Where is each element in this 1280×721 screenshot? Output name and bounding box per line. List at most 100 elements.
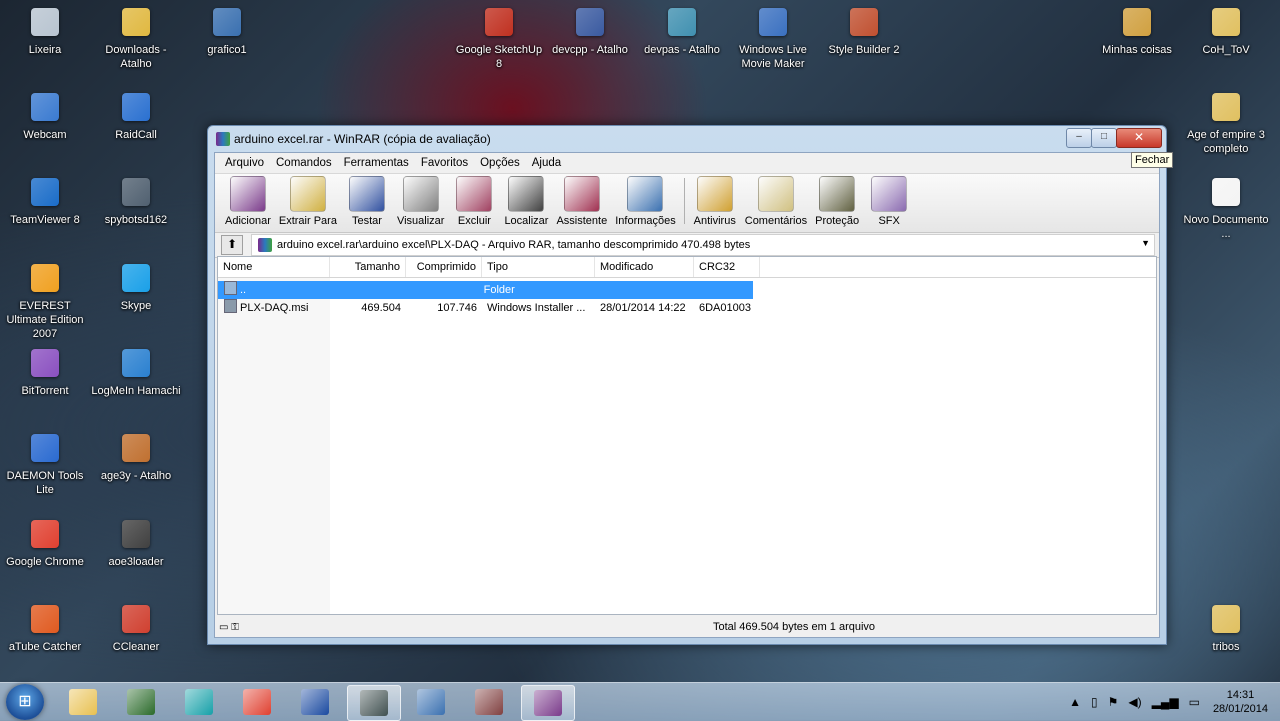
display-icon[interactable]: ▭: [1189, 695, 1200, 709]
desktop-icon-windows-live-movie-maker[interactable]: Windows Live Movie Maker: [727, 6, 819, 71]
localizar-button[interactable]: Localizar: [500, 176, 552, 227]
desktop-icon-devpas-atalho[interactable]: devpas - Atalho: [636, 6, 728, 57]
desktop-icon-age-of-empire-3-completo[interactable]: Age of empire 3 completo: [1180, 91, 1272, 156]
desktop-icon-spybotsd162[interactable]: spybotsd162: [90, 176, 182, 227]
taskbar-isis[interactable]: [289, 685, 341, 719]
desktop-icon-ccleaner[interactable]: CCleaner: [90, 603, 182, 654]
list-row[interactable]: .. Folder: [218, 281, 753, 299]
menu-arquivo[interactable]: Arquivo: [219, 157, 270, 169]
up-folder-button[interactable]: ⬆: [221, 235, 243, 255]
column-header-crc32[interactable]: CRC32: [694, 257, 760, 277]
protecao-button[interactable]: Proteção: [811, 176, 863, 227]
desktop-icon-skype[interactable]: Skype: [90, 262, 182, 313]
devcpp-atalho-icon: [574, 8, 606, 40]
file-name: PLX-DAQ.msi: [240, 302, 309, 314]
menu-ferramentas[interactable]: Ferramentas: [338, 157, 415, 169]
excluir-button[interactable]: Excluir: [448, 176, 500, 227]
toolbar-separator: [683, 178, 685, 224]
desktop-icon-tribos[interactable]: tribos: [1180, 603, 1272, 654]
network-icon[interactable]: ▂▄▆: [1152, 695, 1179, 709]
clock-date: 28/01/2014: [1212, 703, 1268, 715]
desktop-icon-label: Google Chrome: [6, 556, 84, 568]
taskbar-arduino[interactable]: [173, 685, 225, 719]
column-header-tamanho[interactable]: Tamanho: [330, 257, 406, 277]
desktop-icon-downloads-atalho[interactable]: Downloads - Atalho: [90, 6, 182, 71]
address-field[interactable]: arduino excel.rar\arduino excel\PLX-DAQ …: [251, 234, 1155, 256]
column-header-nome[interactable]: Nome: [218, 257, 330, 277]
desktop-icon-novo-documento[interactable]: Novo Documento ...: [1180, 176, 1272, 241]
arduino-icon: [185, 689, 213, 715]
desktop-icon-lixeira[interactable]: Lixeira: [0, 6, 91, 57]
minimize-button[interactable]: –: [1066, 128, 1092, 148]
cell-tamanho: [329, 281, 404, 299]
taskbar-chrome[interactable]: [231, 685, 283, 719]
desktop-icon-teamviewer-8[interactable]: TeamViewer 8: [0, 176, 91, 227]
clock[interactable]: 14:31 28/01/2014: [1213, 688, 1268, 716]
taskbar-explorer[interactable]: [57, 685, 109, 719]
add-icon: [229, 176, 266, 212]
toolbar-label: Comentários: [744, 215, 808, 227]
start-button[interactable]: ⊞: [6, 684, 44, 720]
desktop-icon-google-sketchup-8[interactable]: Google SketchUp 8: [453, 6, 545, 71]
desktop-icon-bittorrent[interactable]: BitTorrent: [0, 347, 91, 398]
bittorrent-icon: [29, 349, 61, 381]
taskbar-performance-monitor[interactable]: [115, 685, 167, 719]
raidcall-icon: [120, 93, 152, 125]
test-icon: [348, 176, 385, 212]
title-bar[interactable]: arduino excel.rar - WinRAR (cópia de ava…: [208, 126, 1166, 152]
desktop-icon-coh-tov[interactable]: CoH_ToV: [1180, 6, 1272, 57]
desktop-icon-webcam[interactable]: Webcam: [0, 91, 91, 142]
column-header-modificado[interactable]: Modificado: [595, 257, 694, 277]
taskbar-app-8[interactable]: [463, 685, 515, 719]
column-header-tipo[interactable]: Tipo: [482, 257, 595, 277]
desktop-icon-minhas-coisas[interactable]: Minhas coisas: [1091, 6, 1183, 57]
desktop-icon-devcpp-atalho[interactable]: devcpp - Atalho: [544, 6, 636, 57]
desktop-icon-grafico1[interactable]: grafico1: [181, 6, 273, 57]
google-sketchup-8-icon: [483, 8, 515, 40]
file-list: Nome Tamanho Comprimido Tipo Modificado CRC32…: [217, 256, 1157, 615]
desktop-icon-everest-ultimate-edition-2007[interactable]: EVEREST Ultimate Edition 2007: [0, 262, 91, 341]
comentarios-button[interactable]: Comentários: [741, 176, 811, 227]
show-hidden-icons[interactable]: ▲: [1069, 695, 1081, 709]
extrair-para-button[interactable]: Extrair Para: [275, 176, 341, 227]
sfx-button[interactable]: SFX: [863, 176, 915, 227]
flag-icon[interactable]: ⚑: [1108, 695, 1119, 709]
column-header-comprimido[interactable]: Comprimido: [406, 257, 482, 277]
python-icon: [417, 689, 445, 715]
taskbar-winrar[interactable]: [521, 685, 575, 721]
informacoes-button[interactable]: Informações: [611, 176, 680, 227]
skype-icon: [120, 264, 152, 296]
menu-favoritos[interactable]: Favoritos: [415, 157, 474, 169]
desktop-icon-aoe3loader[interactable]: aoe3loader: [90, 518, 182, 569]
close-button[interactable]: ✕: [1116, 128, 1162, 148]
desktop-icon-raidcall[interactable]: RaidCall: [90, 91, 182, 142]
assistente-button[interactable]: Assistente: [552, 176, 611, 227]
desktop-icon-age3y-atalho[interactable]: age3y - Atalho: [90, 432, 182, 483]
desktop-icon-google-chrome[interactable]: Google Chrome: [0, 518, 91, 569]
visualizar-button[interactable]: Visualizar: [393, 176, 449, 227]
volume-icon[interactable]: ◀): [1128, 695, 1141, 709]
winrar-icon: [216, 132, 230, 146]
dropdown-arrow-icon[interactable]: ▼: [1141, 238, 1150, 248]
adicionar-button[interactable]: Adicionar: [221, 176, 275, 227]
desktop-icon-atube-catcher[interactable]: aTube Catcher: [0, 603, 91, 654]
address-bar: ⬆ arduino excel.rar\arduino excel\PLX-DA…: [215, 233, 1159, 258]
desktop-icon-style-builder-2[interactable]: Style Builder 2: [818, 6, 910, 57]
device-icon[interactable]: ▯: [1091, 695, 1098, 709]
menu-opcoes[interactable]: Opções: [474, 157, 526, 169]
taskbar-python[interactable]: [405, 685, 457, 719]
list-row[interactable]: PLX-DAQ.msi 469.504 107.746 Windows Install…: [218, 299, 1156, 317]
antivirus-button[interactable]: Antivirus: [689, 176, 741, 227]
menu-ajuda[interactable]: Ajuda: [526, 157, 567, 169]
maximize-button[interactable]: □: [1091, 128, 1117, 148]
testar-button[interactable]: Testar: [341, 176, 393, 227]
desktop-icon-daemon-tools-lite[interactable]: DAEMON Tools Lite: [0, 432, 91, 497]
desktop-icon-label: aTube Catcher: [8, 641, 82, 653]
isis-icon: [301, 689, 329, 715]
desktop-icon-logmein-hamachi[interactable]: LogMeIn Hamachi: [90, 347, 182, 398]
menu-comandos[interactable]: Comandos: [270, 157, 338, 169]
minhas-coisas-icon: [1121, 8, 1153, 40]
cell-crc32: [688, 281, 753, 299]
list-header: Nome Tamanho Comprimido Tipo Modificado CRC32: [218, 257, 1156, 278]
taskbar-app-6[interactable]: [347, 685, 401, 721]
